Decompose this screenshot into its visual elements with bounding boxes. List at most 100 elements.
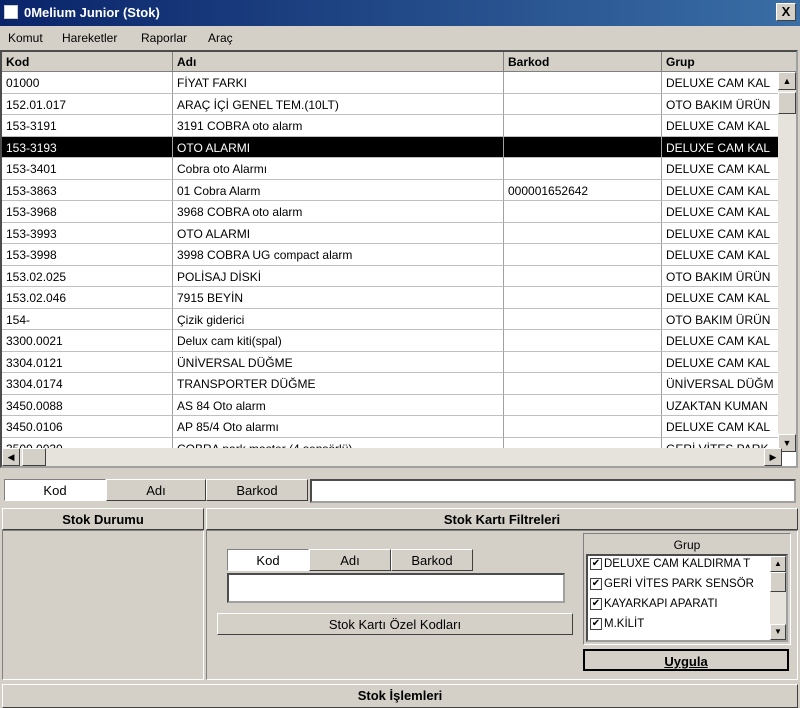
column-header-barkod[interactable]: Barkod [504, 52, 662, 72]
search-tab-barkod[interactable]: Barkod [206, 479, 308, 501]
cell-barkod [504, 244, 662, 266]
cell-barkod [504, 93, 662, 115]
group-item-label: KAYARKAPI APARATI [604, 598, 718, 611]
stock-grid[interactable]: Kod Adı Barkod Grup 01000 FİYAT FARKI DELU… [0, 50, 798, 468]
cell-adi: POLİSAJ DİSKİ [173, 265, 504, 287]
checkbox-icon[interactable]: ✔ [590, 578, 602, 590]
cell-barkod [504, 373, 662, 395]
cell-adi: Delux cam kiti(spal) [173, 330, 504, 352]
table-row[interactable]: 153-3401 Cobra oto Alarmı DELUXE CAM KAL [2, 158, 780, 180]
checkbox-icon[interactable]: ✔ [590, 598, 602, 610]
cell-barkod [504, 308, 662, 330]
group-list[interactable]: ✔ DELUXE CAM KALDIRMA T ✔ GERİ VİTES PARK S… [586, 554, 788, 642]
group-scrollbar[interactable]: ▲ ▼ [770, 556, 786, 640]
group-label: Grup [673, 538, 701, 552]
cell-kod: 153-3968 [2, 201, 173, 223]
cell-adi: ARAÇ İÇİ GENEL TEM.(10LT) [173, 93, 504, 115]
scroll-thumb[interactable] [778, 92, 796, 114]
table-row[interactable]: 3450.0088 AS 84 Oto alarm UZAKTAN KUMAN [2, 394, 780, 416]
cell-kod: 153-3863 [2, 179, 173, 201]
cell-kod: 153-3993 [2, 222, 173, 244]
app-icon [4, 5, 18, 19]
cell-grup: DELUXE CAM KAL [662, 330, 780, 352]
cell-kod: 153.02.025 [2, 265, 173, 287]
apply-button[interactable]: Uygula [583, 649, 789, 671]
cell-grup: DELUXE CAM KAL [662, 416, 780, 438]
cell-adi: 3191 COBRA oto alarm [173, 115, 504, 137]
close-button[interactable]: X [776, 3, 796, 21]
group-scroll-up-icon[interactable]: ▲ [770, 556, 786, 572]
menu-bar: Komut Hareketler Raporlar Araç [0, 27, 800, 49]
special-codes-button[interactable]: Stok Kartı Özel Kodları [217, 613, 573, 635]
column-header-kod[interactable]: Kod [2, 52, 173, 72]
group-item-label: M.KİLİT [604, 618, 645, 631]
scroll-right-icon[interactable]: ▶ [764, 448, 782, 466]
cell-kod: 154- [2, 308, 173, 330]
cell-kod: 153-3193 [2, 136, 173, 158]
filter-input[interactable] [227, 573, 565, 603]
table-row[interactable]: 3300.0021 Delux cam kiti(spal) DELUXE CAM … [2, 330, 780, 352]
cell-grup: DELUXE CAM KAL [662, 222, 780, 244]
table-row[interactable]: 3304.0174 TRANSPORTER DÜĞME ÜNİVERSAL DÜĞM [2, 373, 780, 395]
cell-barkod [504, 158, 662, 180]
cell-barkod [504, 265, 662, 287]
cell-kod: 3450.0106 [2, 416, 173, 438]
table-row[interactable]: 01000 FİYAT FARKI DELUXE CAM KAL [2, 72, 780, 94]
group-item[interactable]: ✔ DELUXE CAM KALDIRMA T [590, 558, 750, 578]
table-row[interactable]: 152.01.017 ARAÇ İÇİ GENEL TEM.(10LT) OTO B… [2, 93, 780, 115]
menu-hareketler[interactable]: Hareketler [62, 31, 117, 45]
checkbox-icon[interactable]: ✔ [590, 618, 602, 630]
cell-kod: 3304.0121 [2, 351, 173, 373]
table-row[interactable]: 3450.0106 AP 85/4 Oto alarmı DELUXE CAM KA… [2, 416, 780, 438]
filter-tab-adi[interactable]: Adı [309, 549, 391, 571]
table-row[interactable]: 153-3998 3998 COBRA UG compact alarm DELUX… [2, 244, 780, 266]
cell-adi: TRANSPORTER DÜĞME [173, 373, 504, 395]
table-row[interactable]: 3304.0121 ÜNİVERSAL DÜĞME DELUXE CAM KAL [2, 351, 780, 373]
checkbox-icon[interactable]: ✔ [590, 558, 602, 570]
stock-status-header[interactable]: Stok Durumu [2, 508, 204, 530]
stock-status-panel [2, 530, 204, 680]
search-tab-adi[interactable]: Adı [106, 479, 206, 501]
cell-adi: OTO ALARMI [173, 136, 504, 158]
cell-grup: DELUXE CAM KAL [662, 351, 780, 373]
horizontal-scrollbar[interactable]: ◀ ▶ [2, 448, 782, 466]
cell-grup: ÜNİVERSAL DÜĞM [662, 373, 780, 395]
table-row[interactable]: 153-3193 OTO ALARMI DELUXE CAM KAL [2, 136, 780, 158]
search-tab-kod[interactable]: Kod [4, 479, 106, 501]
group-scroll-down-icon[interactable]: ▼ [770, 624, 786, 640]
cell-barkod [504, 72, 662, 94]
cell-barkod [504, 201, 662, 223]
group-item[interactable]: ✔ GERİ VİTES PARK SENSÖR [590, 578, 754, 598]
table-row[interactable]: 153.02.025 POLİSAJ DİSKİ OTO BAKIM ÜRÜN [2, 265, 780, 287]
filter-tab-barkod[interactable]: Barkod [391, 549, 473, 571]
cell-barkod [504, 394, 662, 416]
group-item[interactable]: ✔ M.KİLİT [590, 618, 644, 638]
cell-kod: 152.01.017 [2, 93, 173, 115]
stock-operations-header[interactable]: Stok İşlemleri [2, 684, 798, 708]
hscroll-thumb[interactable] [22, 448, 46, 466]
table-row[interactable]: 153-3993 OTO ALARMI DELUXE CAM KAL [2, 222, 780, 244]
group-scroll-thumb[interactable] [770, 572, 786, 592]
column-header-adi[interactable]: Adı [173, 52, 504, 72]
menu-raporlar[interactable]: Raporlar [141, 31, 187, 45]
menu-arac[interactable]: Araç [208, 31, 233, 45]
apply-button-label: Uygula [664, 654, 708, 669]
vertical-scrollbar[interactable]: ▲ ▼ [778, 72, 796, 452]
menu-komut[interactable]: Komut [8, 31, 43, 45]
table-row[interactable]: 153-3863 01 Cobra Alarm 000001652642 DELUXE… [2, 179, 780, 201]
group-item[interactable]: ✔ KAYARKAPI APARATI [590, 598, 718, 618]
cell-barkod [504, 136, 662, 158]
table-row[interactable]: 153-3968 3968 COBRA oto alarm DELUXE CAM K… [2, 201, 780, 223]
search-input[interactable] [310, 479, 796, 503]
cell-kod: 153.02.046 [2, 287, 173, 309]
column-header-grup[interactable]: Grup [662, 52, 796, 72]
filter-tab-kod[interactable]: Kod [227, 549, 309, 571]
table-row[interactable]: 153.02.046 7915 BEYİN DELUXE CAM KAL [2, 287, 780, 309]
cell-grup: DELUXE CAM KAL [662, 136, 780, 158]
scroll-up-icon[interactable]: ▲ [778, 72, 796, 90]
table-row[interactable]: 154- Çizik giderici OTO BAKIM ÜRÜN [2, 308, 780, 330]
cell-kod: 01000 [2, 72, 173, 94]
scroll-left-icon[interactable]: ◀ [2, 448, 20, 466]
stock-filters-header[interactable]: Stok Kartı Filtreleri [206, 508, 798, 530]
table-row[interactable]: 153-3191 3191 COBRA oto alarm DELUXE CAM K… [2, 115, 780, 137]
